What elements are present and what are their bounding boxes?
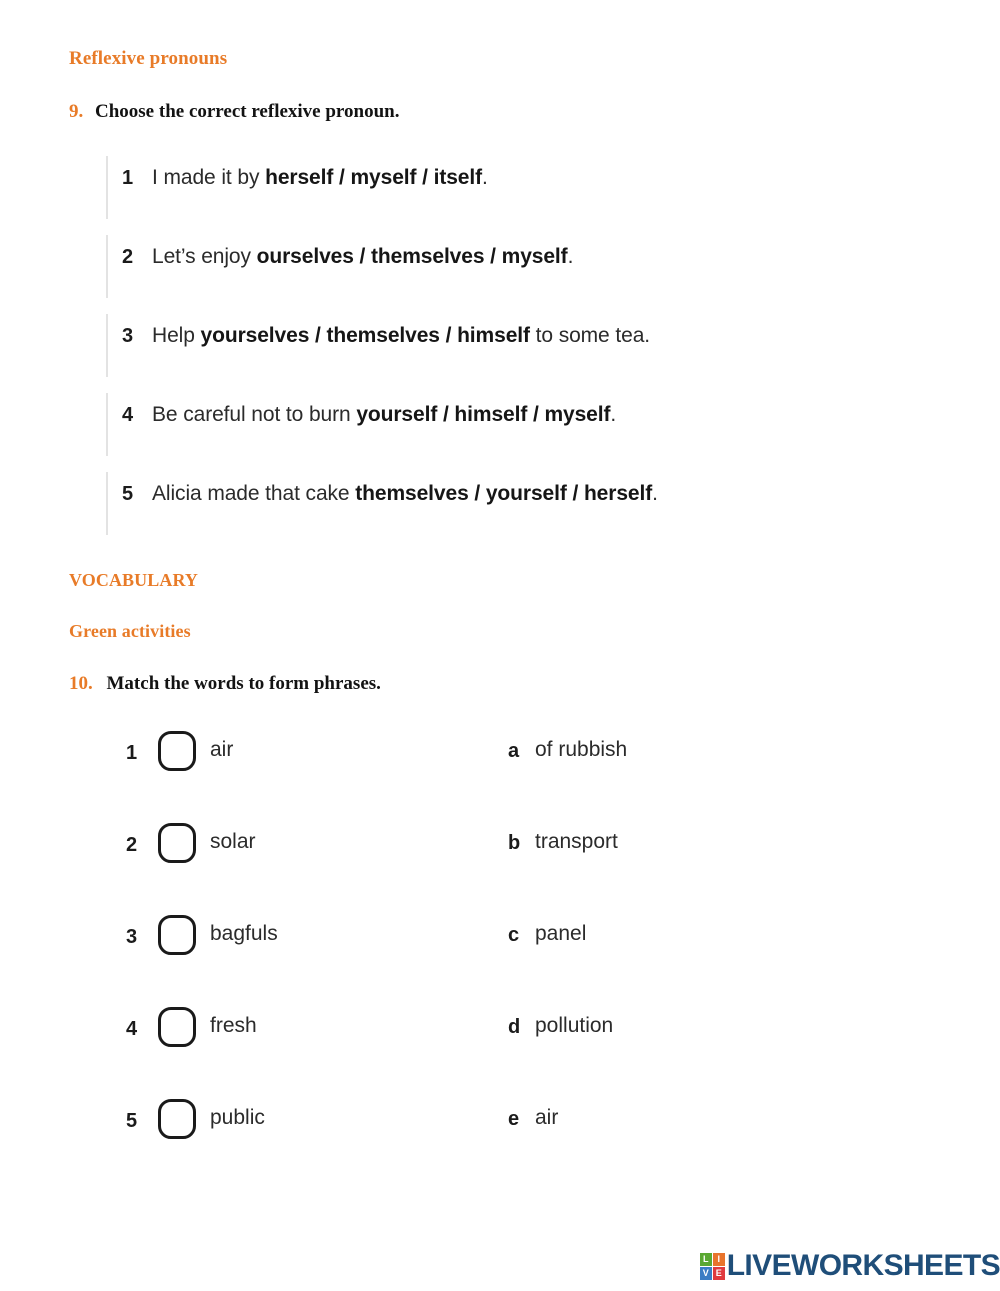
item-sentence: Help yourselves / themselves / himself t… — [152, 324, 650, 348]
item-number: 1 — [126, 742, 138, 764]
sentence-suffix: to some tea. — [529, 324, 651, 347]
logo-tile-e: E — [712, 1266, 725, 1280]
matching-row: 4 fresh d pollution — [126, 1000, 926, 1092]
matching-row: 3 bagfuls c panel — [126, 908, 926, 1000]
section-heading-vocabulary: VOCABULARY — [69, 570, 199, 590]
item-number: 3 — [122, 325, 134, 347]
item-number: 4 — [126, 1018, 138, 1040]
logo-tile-i: I — [712, 1252, 725, 1266]
match-word-left: fresh — [210, 1014, 257, 1037]
answer-input-box[interactable] — [158, 823, 196, 863]
liveworksheets-logo[interactable]: L I V E LIVEWORKSHEETS — [699, 1249, 1000, 1283]
exercise-9-number: 9. — [69, 101, 84, 122]
item-sentence: Be careful not to burn yourself / himsel… — [152, 403, 616, 427]
exercise-10-number: 10. — [69, 673, 93, 694]
match-phrase-right: panel — [535, 922, 587, 945]
item-sentence: I made it by herself / myself / itself. — [152, 166, 488, 190]
matching-row: 5 public e air — [126, 1092, 926, 1184]
pronoun-options[interactable]: ourselves / themselves / myself — [257, 245, 568, 268]
item-number: 5 — [122, 483, 134, 505]
matching-row: 1 air a of rubbish — [126, 724, 926, 816]
sentence-prefix: Let’s enjoy — [152, 245, 257, 268]
sentence-prefix: Alicia made that cake — [152, 482, 356, 505]
match-letter: a — [508, 740, 520, 762]
answer-input-box[interactable] — [158, 915, 196, 955]
exercise-9-item: 2 Let’s enjoy ourselves / themselves / m… — [106, 231, 866, 310]
sentence-suffix: . — [610, 403, 617, 426]
section-heading-reflexive-pronouns: Reflexive pronouns — [69, 48, 228, 69]
exercise-10-matching-list: 1 air a of rubbish 2 solar b transport 3… — [126, 724, 926, 1184]
exercise-9-item: 3 Help yourselves / themselves / himself… — [106, 310, 866, 389]
sentence-suffix: . — [567, 245, 574, 268]
item-sentence: Alicia made that cake themselves / yours… — [152, 482, 658, 506]
match-word-left: bagfuls — [210, 922, 278, 945]
sentence-prefix: Be careful not to burn — [152, 403, 357, 426]
matching-row: 2 solar b transport — [126, 816, 926, 908]
match-phrase-right: pollution — [535, 1014, 614, 1037]
match-letter: e — [508, 1108, 520, 1130]
logo-tile-l: L — [699, 1252, 712, 1266]
match-letter: c — [508, 924, 520, 946]
worksheet-page: Reflexive pronouns 9. Choose the correct… — [0, 0, 1000, 1291]
sentence-prefix: Help — [152, 324, 201, 347]
exercise-9-instruction-text: Choose the correct reflexive pronoun. — [95, 101, 400, 122]
exercise-9-item: 4 Be careful not to burn yourself / hims… — [106, 389, 866, 468]
section-heading-green-activities: Green activities — [69, 621, 191, 641]
match-phrase-right: of rubbish — [535, 738, 628, 761]
exercise-9-item: 5 Alicia made that cake themselves / you… — [106, 468, 866, 547]
match-letter: b — [508, 832, 521, 854]
logo-tile-v: V — [699, 1266, 712, 1280]
item-number: 5 — [126, 1110, 138, 1132]
logo-wordmark: LIVEWORKSHEETS — [726, 1249, 1000, 1282]
match-word-left: air — [210, 738, 234, 761]
match-phrase-right: transport — [535, 830, 618, 853]
exercise-10-instruction: 10. Match the words to form phrases. — [69, 673, 381, 695]
match-phrase-right: air — [535, 1106, 559, 1129]
pronoun-options[interactable]: themselves / yourself / herself — [355, 482, 652, 505]
answer-input-box[interactable] — [158, 1099, 196, 1139]
sentence-suffix: . — [652, 482, 658, 505]
exercise-9-item: 1 I made it by herself / myself / itself… — [106, 152, 866, 231]
item-number: 2 — [122, 246, 134, 268]
match-word-left: public — [210, 1106, 265, 1129]
exercise-10-instruction-text: Match the words to form phrases. — [106, 673, 381, 694]
pronoun-options[interactable]: yourself / himself / myself — [356, 403, 610, 426]
match-word-left: solar — [210, 830, 256, 853]
match-letter: d — [508, 1016, 521, 1038]
item-number: 2 — [126, 834, 138, 856]
pronoun-options[interactable]: yourselves / themselves / himself — [201, 324, 530, 347]
answer-input-box[interactable] — [158, 1007, 196, 1047]
item-number: 1 — [122, 167, 134, 189]
sentence-prefix: I made it by — [152, 166, 266, 189]
item-sentence: Let’s enjoy ourselves / themselves / mys… — [152, 245, 573, 269]
exercise-9-instruction: 9. Choose the correct reflexive pronoun. — [69, 101, 399, 123]
item-number: 3 — [126, 926, 138, 948]
logo-tiles-icon: L I V E — [699, 1252, 725, 1280]
pronoun-options[interactable]: herself / myself / itself — [265, 166, 482, 189]
answer-input-box[interactable] — [158, 731, 196, 771]
exercise-9-list: 1 I made it by herself / myself / itself… — [106, 152, 866, 547]
item-number: 4 — [122, 404, 134, 426]
sentence-suffix: . — [482, 166, 488, 189]
